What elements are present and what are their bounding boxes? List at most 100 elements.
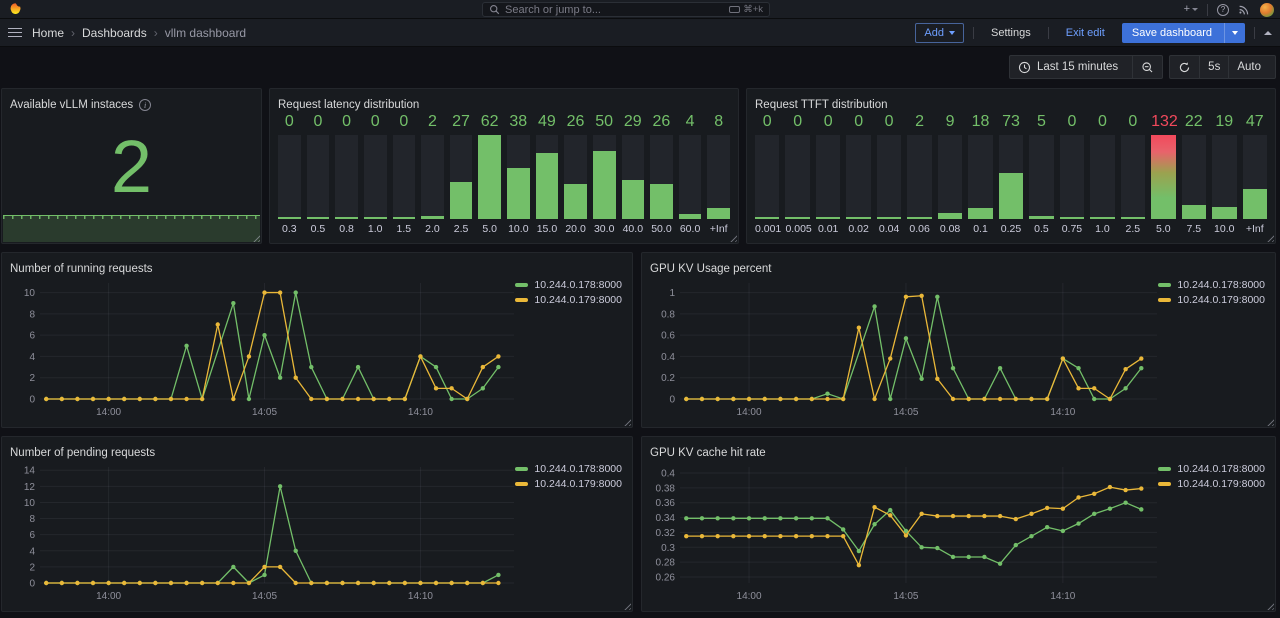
save-dashboard-dropdown[interactable]	[1224, 23, 1245, 43]
bar-label: 60.0	[679, 219, 702, 235]
bar-column[interactable]: 8+Inf	[707, 113, 730, 235]
data-point	[325, 581, 329, 585]
bar-column[interactable]: 01.0	[1090, 113, 1114, 235]
refresh-button[interactable]	[1170, 56, 1199, 78]
bar-label: 7.5	[1182, 219, 1206, 235]
add-new-icon[interactable]: +	[1184, 4, 1198, 15]
bar-column[interactable]: 00.02	[846, 113, 870, 235]
legend-item[interactable]: 10.244.0.179:8000	[515, 478, 622, 490]
bar-fill	[421, 216, 444, 219]
bar-column[interactable]: 00.75	[1060, 113, 1084, 235]
data-point	[247, 354, 251, 358]
grafana-logo[interactable]	[8, 2, 23, 17]
bar-column[interactable]: 5030.0	[593, 113, 616, 235]
save-dashboard-button[interactable]: Save dashboard	[1122, 23, 1245, 43]
bar-column[interactable]: 2620.0	[564, 113, 587, 235]
global-search[interactable]: ⌘+k	[482, 2, 770, 17]
zoom-out-icon	[1141, 61, 1154, 74]
panel-title[interactable]: Number of running requests	[10, 261, 624, 277]
auto-refresh-picker[interactable]: Auto	[1228, 56, 1275, 78]
bar-column[interactable]: 00.5	[307, 113, 330, 235]
add-button[interactable]: Add	[915, 23, 964, 43]
bar-column[interactable]: 01.5	[393, 113, 416, 235]
panel-title[interactable]: GPU KV Usage percent	[650, 261, 1267, 277]
bar-value: 8	[707, 113, 730, 133]
time-range-picker[interactable]: Last 15 minutes	[1010, 56, 1132, 78]
bar-column[interactable]: 2940.0	[622, 113, 645, 235]
bar-column[interactable]: 1325.0	[1151, 113, 1175, 235]
legend-item[interactable]: 10.244.0.179:8000	[1158, 478, 1265, 490]
bar-fill	[1212, 207, 1236, 219]
panel-title[interactable]: Request latency distribution	[278, 97, 730, 113]
bar-column[interactable]: 460.0	[679, 113, 702, 235]
bar-track	[707, 135, 730, 219]
bar-column[interactable]: 227.5	[1182, 113, 1206, 235]
bar-column[interactable]: 01.0	[364, 113, 387, 235]
y-axis-tick-label: 12	[24, 482, 36, 493]
news-rss-icon[interactable]	[1238, 3, 1251, 16]
bar-column[interactable]: 00.005	[785, 113, 809, 235]
data-point	[700, 516, 704, 520]
data-point	[1092, 386, 1096, 390]
bar-fill	[1243, 189, 1267, 219]
data-point	[825, 397, 829, 401]
bar-fill	[278, 217, 301, 219]
user-avatar[interactable]	[1260, 3, 1274, 17]
legend-item[interactable]: 10.244.0.178:8000	[515, 279, 622, 291]
bar-column[interactable]: 180.1	[968, 113, 992, 235]
y-axis-tick-label: 0.34	[656, 513, 676, 524]
legend-item[interactable]: 10.244.0.179:8000	[515, 294, 622, 306]
bar-column[interactable]: 02.5	[1121, 113, 1145, 235]
bar-column[interactable]: 4915.0	[536, 113, 559, 235]
bar-gauge[interactable]: 00.3 00.500.8 01.0 01.522.0 272.5625.0 3810.0…	[278, 113, 730, 235]
exit-edit-button[interactable]: Exit edit	[1058, 23, 1113, 43]
bar-column[interactable]: 3810.0	[507, 113, 530, 235]
bar-column[interactable]: 90.08	[938, 113, 962, 235]
search-input[interactable]	[505, 4, 724, 16]
panel-title[interactable]: GPU KV cache hit rate	[650, 445, 1267, 461]
data-point	[387, 581, 391, 585]
bar-column[interactable]: 1910.0	[1212, 113, 1236, 235]
refresh-interval[interactable]: 5s	[1199, 56, 1228, 78]
bar-gauge[interactable]: 00.00100.005 00.0100.02 00.0420.06 90.08180…	[755, 113, 1267, 235]
bar-track	[593, 135, 616, 219]
panel-title[interactable]: Request TTFT distribution	[755, 97, 1267, 113]
data-point	[857, 549, 861, 553]
bar-column[interactable]: 00.001	[755, 113, 779, 235]
bar-column[interactable]: 20.06	[907, 113, 931, 235]
zoom-out-button[interactable]	[1132, 56, 1162, 78]
bar-column[interactable]: 272.5	[450, 113, 473, 235]
bar-fill	[307, 217, 330, 219]
settings-button[interactable]: Settings	[983, 23, 1039, 43]
info-icon[interactable]: i	[139, 99, 151, 111]
data-point	[481, 581, 485, 585]
bar-column[interactable]: 50.5	[1029, 113, 1053, 235]
bar-column[interactable]: 2650.0	[650, 113, 673, 235]
legend-item[interactable]: 10.244.0.178:8000	[515, 463, 622, 475]
breadcrumb-home[interactable]: Home	[32, 26, 64, 40]
bar-column[interactable]: 625.0	[478, 113, 501, 235]
data-point	[1076, 521, 1080, 525]
bar-column[interactable]: 730.25	[999, 113, 1023, 235]
y-axis-tick-label: 14	[24, 466, 36, 477]
legend-item[interactable]: 10.244.0.179:8000	[1158, 294, 1265, 306]
legend-item[interactable]: 10.244.0.178:8000	[1158, 463, 1265, 475]
bar-column[interactable]: 00.8	[335, 113, 358, 235]
bar-column[interactable]: 22.0	[421, 113, 444, 235]
bar-column[interactable]: 00.01	[816, 113, 840, 235]
bar-column[interactable]: 00.3	[278, 113, 301, 235]
help-icon[interactable]: ?	[1217, 4, 1229, 16]
panel-title[interactable]: Available vLLM instaces i	[10, 97, 253, 113]
legend-item[interactable]: 10.244.0.178:8000	[1158, 279, 1265, 291]
breadcrumb-dashboards[interactable]: Dashboards	[82, 26, 147, 40]
panel-title[interactable]: Number of pending requests	[10, 445, 624, 461]
bar-column[interactable]: 00.04	[877, 113, 901, 235]
data-point	[1123, 488, 1127, 492]
bar-value: 0	[1090, 113, 1114, 133]
collapse-up-icon[interactable]	[1264, 31, 1272, 35]
panel-gpu-kv-usage: GPU KV Usage percent 00.20.40.60.8114:00…	[641, 252, 1276, 428]
bar-column[interactable]: 47+Inf	[1243, 113, 1267, 235]
data-point	[904, 295, 908, 299]
menu-toggle-icon[interactable]	[8, 28, 22, 38]
x-axis-tick-label: 14:10	[1050, 591, 1075, 602]
